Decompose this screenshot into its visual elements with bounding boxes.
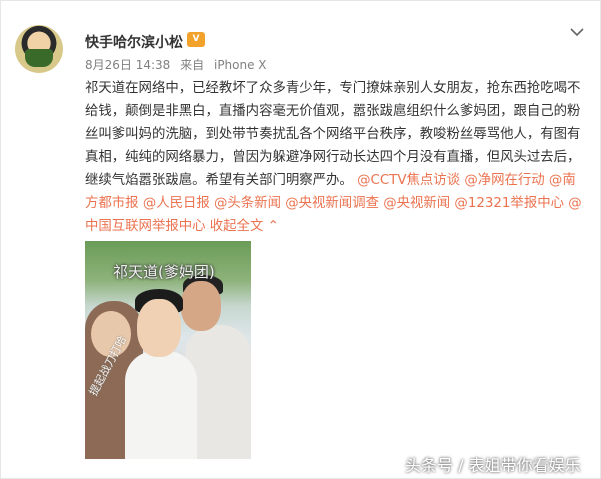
post-meta: 8月26日 14:38 来自 iPhone X [85,56,267,73]
chevron-down-icon[interactable] [568,25,586,39]
photo-person-center [125,351,197,459]
avatar-cap [25,49,53,67]
post-source[interactable]: iPhone X [214,58,267,72]
post-body-text: 祁天道在网络中，已经教坏了众多青少年，专门撩妹亲别人女朋友，抢东西抢吃喝不给钱，… [85,81,581,188]
photo-face-right [181,281,221,331]
weibo-post-card: 快手哈尔滨小松 V 8月26日 14:38 来自 iPhone X 祁天道在网络… [0,0,601,479]
collapse-full-text-link[interactable]: 收起全文 [210,219,264,234]
post-username[interactable]: 快手哈尔滨小松 [85,32,183,52]
collapse-arrow-icon[interactable]: ⌃ [268,219,279,234]
watermark: 头条号 / 表姐带你看娱乐 [405,456,581,475]
avatar[interactable] [15,25,63,73]
photo-caption: 祁天道(爹妈团) [113,263,215,281]
post-source-prefix: 来自 [180,58,205,72]
photo-face-center [137,299,181,357]
post-date[interactable]: 8月26日 14:38 [85,58,170,72]
post-image[interactable]: 祁天道(爹妈团) 提起战刀打哈 [85,241,251,459]
vip-badge-icon: V [187,32,205,47]
post-body: 祁天道在网络中，已经教坏了众多青少年，专门撩妹亲别人女朋友，抢东西抢吃喝不给钱，… [85,77,585,238]
